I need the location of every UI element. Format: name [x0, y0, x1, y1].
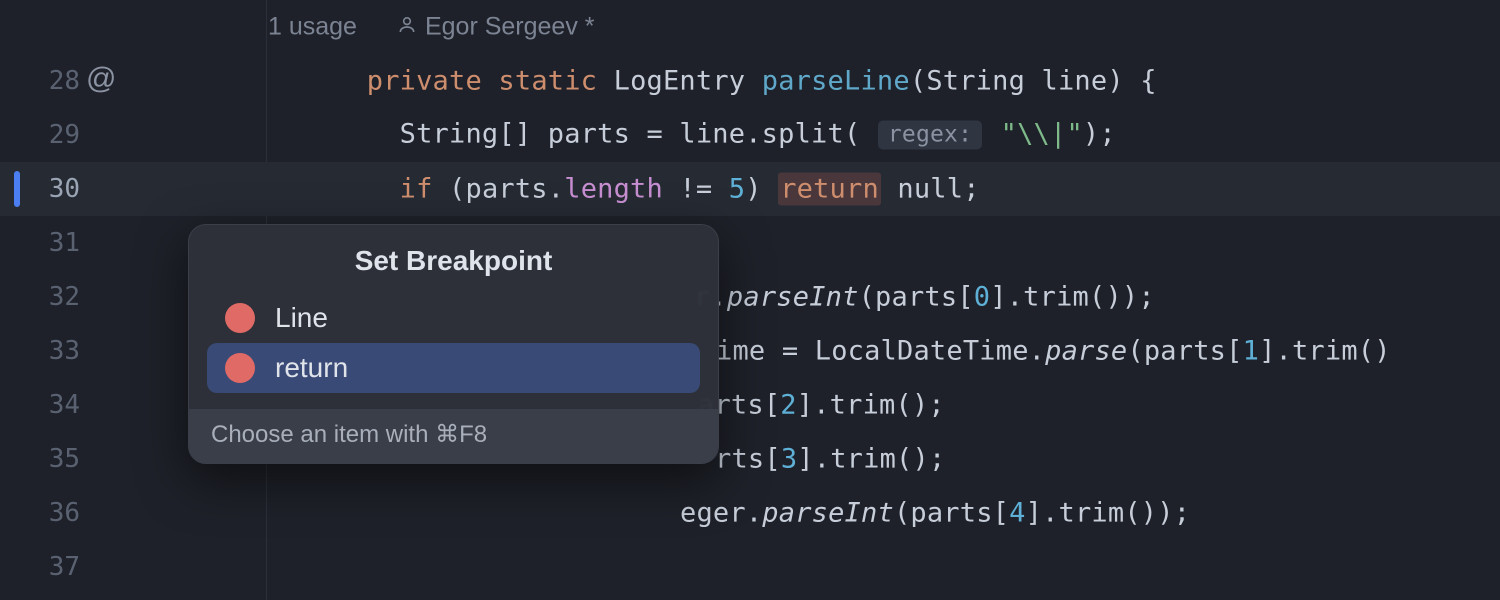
set-breakpoint-popup: Set Breakpoint Line return Choose an ite… — [188, 224, 719, 464]
line-number: 35 — [0, 446, 80, 472]
line-number: 34 — [0, 392, 80, 418]
line-number: 37 — [0, 554, 80, 580]
code-editor: 1 usage Egor Sergeev * 28 @ private stat… — [0, 0, 1500, 600]
code-text: r.parseInt(parts[0].trim()); — [694, 284, 1155, 311]
line-number: 36 — [0, 500, 80, 526]
code-text: arts[2].trim(); — [698, 392, 945, 419]
code-line[interactable]: 28 @ private static LogEntry parseLine(S… — [0, 54, 1500, 108]
code-text: String[] parts = line.split( regex: "\\|… — [268, 121, 1116, 150]
usages-inlay[interactable]: 1 usage — [268, 15, 357, 40]
return-highlight: return — [778, 173, 881, 206]
author-inlay[interactable]: Egor Sergeev * — [397, 15, 595, 40]
code-line[interactable]: 36 eger.parseInt(parts[4].trim()); — [0, 486, 1500, 540]
code-text: ime = LocalDateTime.parse(parts[1].trim(… — [716, 338, 1391, 365]
override-marker-icon[interactable]: @ — [86, 64, 116, 94]
line-number: 32 — [0, 284, 80, 310]
line-number: 28 — [0, 68, 80, 94]
code-inlays: 1 usage Egor Sergeev * — [268, 15, 595, 40]
popup-title: Set Breakpoint — [189, 225, 718, 293]
breakpoint-dot-icon — [225, 303, 255, 333]
line-number: 29 — [0, 122, 80, 148]
person-icon — [397, 15, 417, 35]
breakpoint-option-return[interactable]: return — [207, 343, 700, 393]
code-text: rts[3].trim(); — [715, 446, 945, 473]
code-line[interactable]: 37 — [0, 540, 1500, 594]
popup-item-label: return — [275, 354, 348, 382]
param-hint: regex: — [878, 121, 982, 150]
code-text: if (parts.length != 5) return null; — [268, 176, 980, 203]
author-name: Egor Sergeev * — [425, 13, 595, 41]
popup-item-label: Line — [275, 304, 328, 332]
code-line-current[interactable]: 30 if (parts.length != 5) return null; — [0, 162, 1500, 216]
popup-footer-hint: Choose an item with ⌘F8 — [189, 409, 718, 463]
line-number: 31 — [0, 230, 80, 256]
popup-items: Line return — [189, 293, 718, 409]
line-number: 33 — [0, 338, 80, 364]
code-text: eger.parseInt(parts[4].trim()); — [680, 500, 1190, 527]
code-line[interactable]: 29 String[] parts = line.split( regex: "… — [0, 108, 1500, 162]
breakpoint-option-line[interactable]: Line — [207, 293, 700, 343]
breakpoint-dot-icon — [225, 353, 255, 383]
line-number: 30 — [0, 176, 80, 202]
